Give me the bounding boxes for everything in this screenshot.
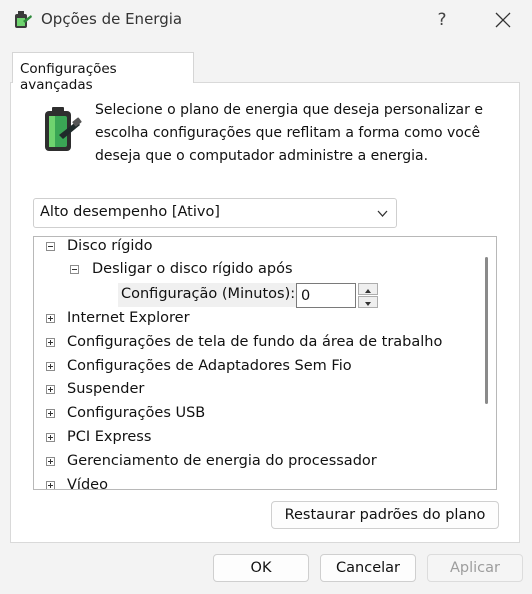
tree-item-label: Internet Explorer <box>67 310 190 326</box>
tree-item-label: Configurações de tela de fundo da área d… <box>67 334 443 350</box>
minutes-spinner[interactable] <box>358 283 378 308</box>
tree-item-label: Gerenciamento de energia do processador <box>67 453 377 469</box>
tree-item-label: Configurações USB <box>67 405 206 421</box>
spin-down-icon <box>365 302 371 306</box>
description-text: Selecione o plano de energia que deseja … <box>95 102 483 164</box>
ok-button[interactable]: OK <box>213 554 309 582</box>
minutes-input[interactable] <box>296 283 356 308</box>
cancel-button[interactable]: Cancelar <box>320 554 416 582</box>
vertical-scrollbar[interactable] <box>485 257 488 404</box>
tree-item-label: Disco rígido <box>67 238 153 254</box>
expand-icon[interactable] <box>46 362 55 371</box>
expand-icon[interactable] <box>46 457 55 466</box>
chevron-down-icon <box>377 210 388 217</box>
spin-up-icon <box>365 289 371 293</box>
close-icon[interactable] <box>490 6 516 34</box>
tree-item-label: Configurações de Adaptadores Sem Fio <box>67 358 352 374</box>
advanced-settings-tree[interactable]: Disco rígido Desligar o disco rígido apó… <box>33 236 497 490</box>
spin-up-button[interactable] <box>358 283 378 295</box>
expand-icon[interactable] <box>46 433 55 442</box>
tree-item-label: Suspender <box>67 381 145 397</box>
power-options-icon <box>15 11 32 28</box>
tree-item-label: PCI Express <box>67 429 152 445</box>
power-plan-value: Alto desempenho [Ativo] <box>40 204 220 220</box>
power-plan-select[interactable]: Alto desempenho [Ativo] <box>33 198 397 228</box>
help-button[interactable]: ? <box>430 6 454 34</box>
tab-advanced-settings[interactable]: Configurações avançadas <box>12 52 194 93</box>
spin-down-button[interactable] <box>358 296 378 308</box>
setting-label: Configuração (Minutos): <box>118 283 299 307</box>
expand-icon[interactable] <box>46 481 55 489</box>
battery-icon <box>45 107 82 151</box>
collapse-icon[interactable] <box>46 242 55 251</box>
tree-item-label: Desligar o disco rígido após <box>92 261 293 277</box>
collapse-icon[interactable] <box>70 265 79 274</box>
title-bar: Opções de Energia ? <box>0 0 532 40</box>
expand-icon[interactable] <box>46 338 55 347</box>
window-title: Opções de Energia <box>41 10 183 28</box>
expand-icon[interactable] <box>46 314 55 323</box>
expand-icon[interactable] <box>46 409 55 418</box>
settings-panel: Selecione o plano de energia que deseja … <box>10 82 520 543</box>
restore-defaults-button[interactable]: Restaurar padrões do plano <box>271 501 499 529</box>
tree-item-label: Vídeo <box>67 477 108 490</box>
apply-button[interactable]: Aplicar <box>427 554 523 582</box>
expand-icon[interactable] <box>46 385 55 394</box>
